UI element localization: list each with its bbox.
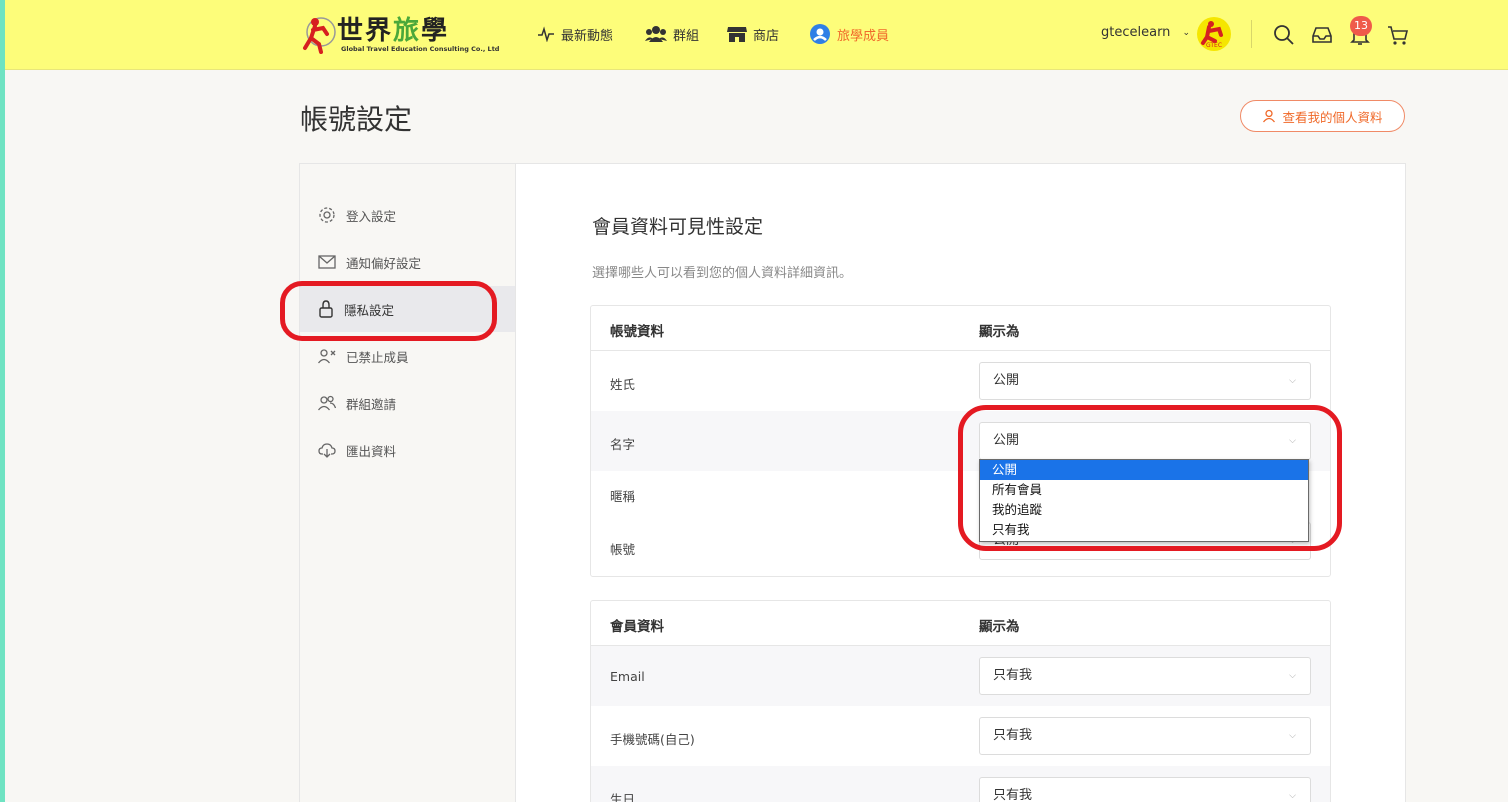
logo-subtitle: Global Travel Education Consulting Co., … bbox=[341, 45, 500, 53]
sidebar-item-notifications[interactable]: 通知偏好設定 bbox=[300, 239, 515, 285]
activity-icon bbox=[538, 26, 554, 42]
table-row: 生日 只有我 ⌵ bbox=[591, 766, 1330, 802]
top-navigation-bar: 世界旅學 Global Travel Education Consulting … bbox=[5, 0, 1508, 70]
section-description: 選擇哪些人可以看到您的個人資料詳細資訊。 bbox=[592, 266, 853, 281]
users-icon bbox=[318, 395, 336, 411]
row-label: 帳號 bbox=[610, 542, 636, 557]
cloud-download-icon bbox=[318, 443, 336, 458]
view-profile-button[interactable]: 查看我的個人資料 bbox=[1240, 100, 1405, 132]
sidebar-item-export[interactable]: 匯出資料 bbox=[300, 427, 515, 473]
column-header: 帳號資料 bbox=[610, 324, 664, 340]
visibility-select[interactable]: 公開 ⌵ bbox=[979, 422, 1311, 460]
member-icon bbox=[810, 24, 830, 44]
chevron-down-icon: ⌵ bbox=[1289, 791, 1296, 801]
chevron-down-icon: ⌵ bbox=[1289, 436, 1296, 446]
store-icon bbox=[727, 27, 747, 42]
sidebar-item-label: 已禁止成員 bbox=[346, 349, 409, 365]
visibility-select[interactable]: 公開 ⌵ bbox=[979, 362, 1311, 400]
runner-logo-icon bbox=[303, 17, 336, 54]
left-edge-strip bbox=[0, 0, 5, 802]
search-icon[interactable] bbox=[1273, 24, 1295, 46]
sidebar-item-label: 登入設定 bbox=[346, 208, 397, 224]
username: gtecelearn bbox=[1101, 25, 1171, 40]
chevron-down-icon: ⌵ bbox=[1289, 376, 1296, 386]
dropdown-option-all-members[interactable]: 所有會員 bbox=[980, 480, 1308, 500]
sidebar-item-label: 通知偏好設定 bbox=[346, 255, 422, 271]
row-label: 生日 bbox=[610, 792, 636, 802]
settings-sidebar: 登入設定 通知偏好設定 隱私設定 已禁止成員 群組邀請 匯出資料 bbox=[300, 164, 516, 802]
dropdown-option-only-me[interactable]: 只有我 bbox=[980, 520, 1308, 540]
logo-name: 世界旅學 bbox=[337, 16, 450, 46]
column-header: 會員資料 bbox=[610, 619, 664, 635]
sidebar-item-privacy[interactable]: 隱私設定 bbox=[300, 286, 515, 332]
sidebar-item-login[interactable]: 登入設定 bbox=[300, 192, 515, 238]
row-label: 名字 bbox=[610, 437, 636, 452]
nav-label: 商店 bbox=[753, 28, 780, 44]
row-label: 手機號碼(自己) bbox=[610, 732, 695, 747]
chevron-down-icon: ⌵ bbox=[1289, 671, 1296, 681]
avatar[interactable]: GTEC bbox=[1197, 17, 1231, 51]
sidebar-item-blocked[interactable]: 已禁止成員 bbox=[300, 333, 515, 379]
dropdown-option-my-following[interactable]: 我的追蹤 bbox=[980, 500, 1308, 520]
column-header: 顯示為 bbox=[979, 619, 1020, 635]
visibility-select[interactable]: 只有我 ⌵ bbox=[979, 777, 1311, 802]
gtec-avatar-icon: GTEC bbox=[1201, 21, 1223, 49]
row-label: Email bbox=[610, 669, 645, 684]
notification-badge: 13 bbox=[1350, 16, 1372, 36]
view-profile-label: 查看我的個人資料 bbox=[1282, 109, 1383, 125]
table-row: 手機號碼(自己) 只有我 ⌵ bbox=[591, 706, 1330, 766]
user-menu[interactable]: gtecelearn ⌄ bbox=[1101, 25, 1190, 40]
select-value: 只有我 bbox=[993, 788, 1033, 802]
visibility-select[interactable]: 只有我 ⌵ bbox=[979, 717, 1311, 755]
visibility-select[interactable]: 只有我 ⌵ bbox=[979, 657, 1311, 695]
avatar-label: GTEC bbox=[1206, 42, 1222, 49]
sidebar-item-label: 群組邀請 bbox=[346, 396, 397, 412]
gear-icon bbox=[319, 207, 335, 223]
member-data-table: 會員資料 顯示為 Email 只有我 ⌵ 手機號碼(自己) 只有我 ⌵ 生日 只有我… bbox=[590, 600, 1331, 802]
sidebar-item-label: 匯出資料 bbox=[346, 443, 397, 459]
select-value: 只有我 bbox=[993, 728, 1033, 743]
cart-icon[interactable] bbox=[1387, 24, 1409, 46]
page-title: 帳號設定 bbox=[300, 103, 413, 136]
sidebar-item-group-invites[interactable]: 群組邀請 bbox=[300, 380, 515, 426]
nav-news-feed[interactable]: 最新動態 bbox=[537, 22, 613, 46]
user-block-icon bbox=[318, 349, 336, 364]
table-header: 會員資料 顯示為 bbox=[591, 601, 1330, 646]
mail-icon bbox=[318, 255, 336, 269]
site-logo[interactable]: 世界旅學 Global Travel Education Consulting … bbox=[301, 14, 516, 56]
chevron-down-icon: ⌄ bbox=[1182, 27, 1190, 38]
nav-label: 最新動態 bbox=[561, 28, 614, 44]
table-row: Email 只有我 ⌵ bbox=[591, 646, 1330, 706]
nav-store[interactable]: 商店 bbox=[727, 22, 779, 46]
row-label: 姓氏 bbox=[610, 377, 636, 392]
column-header: 顯示為 bbox=[979, 324, 1020, 340]
row-label: 暱稱 bbox=[610, 489, 636, 504]
select-value: 只有我 bbox=[993, 668, 1033, 683]
user-icon bbox=[1263, 109, 1276, 123]
sidebar-item-label: 隱私設定 bbox=[344, 302, 395, 318]
header-divider bbox=[1251, 20, 1252, 48]
select-value: 公開 bbox=[993, 433, 1020, 448]
table-row: 姓氏 公開 ⌵ bbox=[591, 351, 1330, 411]
lock-icon bbox=[319, 300, 333, 318]
nav-groups[interactable]: 群組 bbox=[645, 22, 699, 46]
section-title: 會員資料可見性設定 bbox=[592, 216, 764, 238]
dropdown-option-public[interactable]: 公開 bbox=[980, 460, 1308, 480]
groups-icon bbox=[645, 26, 667, 42]
table-header: 帳號資料 顯示為 bbox=[591, 306, 1330, 351]
select-value: 公開 bbox=[993, 373, 1020, 388]
visibility-dropdown-list: 公開 所有會員 我的追蹤 只有我 bbox=[979, 459, 1309, 542]
chevron-down-icon: ⌵ bbox=[1289, 731, 1296, 741]
inbox-icon[interactable] bbox=[1311, 24, 1333, 46]
nav-label: 旅學成員 bbox=[837, 28, 890, 44]
nav-members[interactable]: 旅學成員 bbox=[809, 22, 889, 46]
nav-label: 群組 bbox=[673, 28, 700, 44]
